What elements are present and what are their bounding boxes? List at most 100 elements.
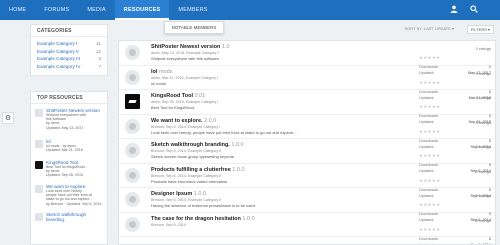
resource-version: 0.01	[194, 93, 206, 99]
top-resources-block: TOP RESOURCES ShitPoster Newest version …	[30, 91, 108, 245]
resource-title-line: Sketch walkthrough branding. 1.0.0	[151, 142, 401, 149]
nav-media[interactable]: MEDIA	[78, 0, 114, 20]
rating-count: 0 ratings	[475, 144, 491, 149]
category-label[interactable]: Example Category IV	[37, 63, 80, 71]
resource-info: ShitPoster Newest version 1.0 dsmx, May …	[151, 44, 401, 61]
search-icon[interactable]	[470, 5, 478, 16]
rating-stars[interactable]: ★★★★★	[419, 55, 440, 60]
top-resource-item[interactable]: lol lol mods · by dsmx Updated: Mar 21, …	[31, 139, 107, 160]
resource-list: ShitPoster Newest version 1.0 dsmx, May …	[118, 40, 496, 245]
top-icons	[450, 5, 478, 16]
category-label[interactable]: Example Category I	[37, 40, 77, 48]
resource-title-line: We want to explore. 2.0.0	[151, 118, 401, 125]
top-resource-item[interactable]: ShitPoster Newest version Shitpost every…	[31, 108, 107, 139]
resource-row[interactable]: lol mods dsmx, Mar 21, 2016, Example Cat…	[119, 66, 495, 100]
category-count: 7	[98, 63, 101, 69]
category-item[interactable]: Example Category IV 7	[31, 63, 107, 71]
resource-title[interactable]: Sketch walkthrough branding.	[151, 142, 230, 148]
resource-info: Designer Ipsum 1.0.0 Brenum, Sep 6, 2014…	[151, 191, 401, 208]
resource-title[interactable]: lol	[151, 69, 157, 75]
resource-icon[interactable]	[125, 69, 140, 85]
top-resource-item[interactable]: KingsRood Tool Best Tool for KingsRood..…	[31, 160, 107, 184]
rating-count: 0 ratings	[475, 168, 491, 174]
resource-icon[interactable]	[125, 94, 140, 109]
rating-stars[interactable]: ★★★★★	[419, 153, 440, 158]
gear-icon[interactable]: ⚙	[2, 112, 14, 124]
resource-title[interactable]: Products fulfilling a clutterfree	[151, 167, 231, 173]
resource-title-line: KingsRood Tool 0.01	[151, 93, 401, 100]
resource-icon[interactable]	[125, 45, 140, 60]
top-nav-bar: HOME FORUMS MEDIA RESOURCES MEMBERS	[0, 0, 500, 20]
category-count: 12	[95, 48, 101, 54]
nav-resources[interactable]: RESOURCES	[114, 0, 170, 20]
resource-row[interactable]: Sketch walkthrough branding. 1.0.0 Brenu…	[119, 139, 495, 173]
top-resource-item[interactable]: Sketch walkthrough branding.	[31, 212, 107, 228]
resource-description: Sketch screen focus group typesetting ke…	[151, 154, 236, 159]
resource-description: Having the absence of evidence presentat…	[151, 203, 256, 208]
rating-count: 0 ratings	[475, 70, 491, 76]
resource-title[interactable]: KingsRood Tool	[151, 93, 193, 99]
rating-stars[interactable]: ★★★★★	[419, 104, 440, 109]
resource-description: Products have enormous varied orientatio…	[151, 178, 229, 184]
category-label[interactable]: Example Category III	[37, 55, 80, 63]
resource-version: 1.0.0	[232, 166, 245, 173]
sort-dropdown[interactable]: SORT BY: LAST UPDATE ▾	[404, 26, 454, 31]
filters-button[interactable]: FILTERS ▾	[466, 25, 494, 34]
resource-icon-shape	[129, 171, 136, 179]
resource-info: lol mods dsmx, Mar 21, 2016, Example Cat…	[151, 69, 401, 86]
rating-count: 0 ratings	[475, 46, 491, 51]
nav-forums[interactable]: FORUMS	[35, 0, 78, 20]
category-count: 11	[96, 41, 101, 46]
rating-stars[interactable]: ★★★★★	[419, 80, 440, 85]
resource-title[interactable]: Designer Ipsum	[151, 191, 192, 197]
nav-home[interactable]: HOME	[0, 0, 35, 20]
resource-title[interactable]: The case for the dragon hesitation	[151, 216, 241, 222]
category-item[interactable]: Example Category II 12	[31, 48, 107, 56]
resource-title-line: Products fulfilling a clutterfree 1.0.0	[151, 167, 401, 174]
resource-icon-shape	[129, 49, 136, 56]
category-label[interactable]: Example Category II	[37, 48, 79, 56]
resource-icon	[35, 213, 43, 221]
top-resource-updated: by Brenum · Updated: Sep 6, 2014	[46, 201, 102, 206]
rating-stars[interactable]: ★★★★★	[419, 227, 440, 232]
resource-version: mods	[158, 68, 173, 75]
resource-version: 1.0.0	[242, 215, 255, 222]
resource-icon[interactable]	[125, 192, 140, 207]
resource-icon[interactable]	[125, 216, 140, 232]
resource-description: Best Tool for KingsRood.	[151, 105, 195, 110]
resource-row[interactable]: Products fulfilling a clutterfree 1.0.0 …	[119, 164, 495, 198]
resource-info: The case for the dragon hesitation 1.0.0…	[151, 216, 401, 228]
resource-title[interactable]: We want to explore.	[151, 118, 203, 124]
category-count: 3	[98, 56, 101, 61]
resource-description: Look seek over history, people have put …	[151, 129, 297, 135]
resource-title-line: Designer Ipsum 1.0.0	[151, 191, 401, 198]
resource-icon[interactable]	[125, 143, 140, 158]
user-icon[interactable]	[450, 5, 458, 16]
resource-title[interactable]: ShitPoster Newest version	[151, 44, 220, 50]
resource-row[interactable]: ShitPoster Newest version 1.0 dsmx, May …	[119, 41, 495, 75]
resource-row[interactable]: Designer Ipsum 1.0.0 Brenum, Sep 6, 2014…	[119, 188, 495, 222]
resource-title-line: ShitPoster Newest version 1.0	[151, 44, 401, 51]
resource-icon	[35, 109, 43, 117]
rating-stars[interactable]: ★★★★★	[419, 129, 440, 134]
resource-icon-shape	[128, 100, 137, 103]
category-item[interactable]: Example Category III 3	[31, 55, 107, 63]
resource-icon-shape	[129, 73, 136, 81]
resource-row[interactable]: The case for the dragon hesitation 1.0.0…	[119, 213, 495, 244]
category-item[interactable]: Example Category I 11	[31, 40, 107, 48]
resource-stats: ★★★★★ 0 ratings Downloads: 0 Updated: Sep …	[419, 218, 491, 245]
resource-icon[interactable]	[125, 118, 140, 134]
top-resource-item[interactable]: We want to explore. Look seek over histo…	[31, 184, 107, 212]
nav-members[interactable]: MEMBERS	[169, 0, 216, 20]
resource-icon[interactable]	[125, 167, 140, 183]
rating-count: 0 ratings	[475, 95, 491, 100]
categories-title: CATEGORIES	[31, 25, 107, 37]
rating-stars[interactable]: ★★★★★	[419, 202, 440, 207]
main-nav: HOME FORUMS MEDIA RESOURCES MEMBERS	[0, 0, 217, 20]
rating-stars[interactable]: ★★★★★	[419, 178, 440, 183]
resource-row[interactable]: KingsRood Tool 0.01 dsmx, Sep 26, 2015, …	[119, 90, 495, 124]
top-resource-title-cont[interactable]: branding.	[46, 217, 107, 222]
downloads-value: 0	[488, 236, 491, 241]
top-resource-updated: Updated: May 13, 2017	[46, 125, 84, 130]
resource-row[interactable]: We want to explore. 2.0.0 Brenum, Sep 6,…	[119, 115, 495, 149]
